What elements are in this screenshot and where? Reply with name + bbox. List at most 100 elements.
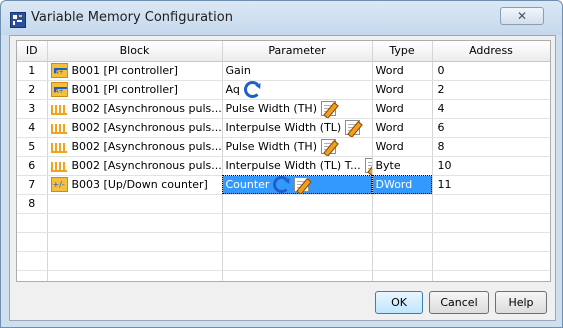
- block-name: B002 [Asynchronous puls...: [71, 159, 222, 172]
- type-cell[interactable]: Word: [372, 137, 433, 157]
- block-name: B002 [Asynchronous puls...: [71, 140, 222, 153]
- edit-icon[interactable]: [345, 120, 361, 135]
- parameter-cell[interactable]: Aq: [222, 80, 373, 100]
- block-cell[interactable]: B003 [Up/Down counter]: [47, 175, 223, 195]
- parameter-name: Counter: [225, 178, 270, 191]
- address-cell[interactable]: 11: [432, 175, 550, 195]
- variable-memory-dialog: Variable Memory Configuration ✕ ID Block…: [0, 0, 563, 328]
- edit-icon[interactable]: [321, 139, 336, 154]
- block-cell[interactable]: B002 [Asynchronous puls...: [47, 118, 223, 138]
- row-id: 8: [17, 194, 48, 214]
- close-button[interactable]: ✕: [500, 7, 544, 25]
- row-id: 2: [17, 80, 48, 100]
- empty-cell: [222, 213, 373, 233]
- parameter-cell[interactable]: Pulse Width (TH): [222, 137, 373, 157]
- block-name: B001 [PI controller]: [71, 64, 178, 77]
- column-header-address[interactable]: Address: [432, 41, 550, 62]
- type-cell[interactable]: DWord: [372, 175, 433, 195]
- column-header-id[interactable]: ID: [17, 41, 48, 62]
- row-id: 7: [17, 175, 48, 195]
- empty-row: [17, 270, 550, 281]
- column-header-type[interactable]: Type: [372, 41, 433, 62]
- close-icon: ✕: [516, 9, 528, 23]
- parameter-cell[interactable]: Counter: [222, 175, 373, 195]
- refresh-icon[interactable]: [243, 81, 261, 98]
- up-down-counter-icon: [50, 177, 68, 192]
- table-row[interactable]: 8: [17, 194, 550, 214]
- empty-row: [17, 232, 550, 252]
- address-cell[interactable]: 8: [432, 137, 550, 157]
- table-row[interactable]: 1 B001 [PI controller] Gain Word0: [17, 61, 550, 81]
- dialog-content: ID Block Parameter Type Address 1 B001 [P…: [9, 35, 556, 321]
- block-cell[interactable]: B002 [Asynchronous puls...: [47, 156, 223, 176]
- address-cell[interactable]: 10: [432, 156, 550, 176]
- refresh-icon[interactable]: [273, 176, 291, 193]
- type-cell[interactable]: Byte: [372, 156, 433, 176]
- empty-row: [17, 213, 550, 233]
- block-cell[interactable]: B001 [PI controller]: [47, 61, 223, 81]
- column-header-parameter[interactable]: Parameter: [222, 41, 373, 62]
- table-header-row: ID Block Parameter Type Address: [17, 41, 550, 62]
- row-id: 5: [17, 137, 48, 157]
- edit-icon[interactable]: [294, 177, 310, 192]
- table-row[interactable]: 4 B002 [Asynchronous puls... Interpulse Wi…: [17, 118, 550, 138]
- empty-cell: [47, 213, 223, 233]
- empty-cell: [17, 251, 48, 271]
- table-row[interactable]: 7 B003 [Up/Down counter] Counter DWord11: [17, 175, 550, 195]
- column-header-block[interactable]: Block: [47, 41, 223, 62]
- type-cell[interactable]: Word: [372, 80, 433, 100]
- pi-controller-icon: [50, 63, 68, 78]
- address-cell[interactable]: 0: [432, 61, 550, 81]
- type-cell[interactable]: [372, 194, 433, 214]
- empty-cell: [372, 270, 433, 281]
- empty-cell: [222, 232, 373, 252]
- help-button[interactable]: Help: [495, 291, 547, 314]
- dialog-title: Variable Memory Configuration: [31, 10, 233, 25]
- type-cell[interactable]: Word: [372, 61, 433, 81]
- table-row[interactable]: 2B001 [PI controller]AqWord2: [17, 80, 550, 100]
- parameter-cell[interactable]: Interpulse Width (TL) T...: [222, 156, 373, 176]
- table-row[interactable]: 5 B002 [Asynchronous puls... Pulse Width (…: [17, 137, 550, 157]
- empty-cell: [222, 251, 373, 271]
- empty-cell: [47, 251, 223, 271]
- block-name: B001 [PI controller]: [71, 83, 178, 96]
- table-row[interactable]: 3 B002 [Asynchronous puls... Pulse Width (…: [17, 99, 550, 119]
- parameter-cell[interactable]: Pulse Width (TH): [222, 99, 373, 119]
- address-cell[interactable]: [432, 194, 550, 214]
- empty-cell: [432, 251, 550, 271]
- parameter-cell[interactable]: Interpulse Width (TL): [222, 118, 373, 138]
- parameter-name: Pulse Width (TH): [225, 140, 318, 153]
- row-id: 1: [17, 61, 48, 81]
- empty-row: [17, 251, 550, 271]
- pulse-icon: [50, 101, 68, 116]
- parameter-name: Interpulse Width (TL): [225, 121, 342, 134]
- block-name: B002 [Asynchronous puls...: [71, 102, 222, 115]
- type-cell[interactable]: Word: [372, 99, 433, 119]
- pulse-icon: [50, 139, 68, 154]
- pi-controller-icon: [50, 82, 68, 97]
- empty-cell: [17, 232, 48, 252]
- parameter-cell[interactable]: [222, 194, 373, 214]
- pulse-icon: [50, 158, 68, 173]
- address-cell[interactable]: 4: [432, 99, 550, 119]
- parameter-cell[interactable]: Gain: [222, 61, 373, 81]
- edit-icon[interactable]: [364, 158, 371, 173]
- address-cell[interactable]: 6: [432, 118, 550, 138]
- parameter-name: Pulse Width (TH): [225, 102, 318, 115]
- pulse-icon: [50, 120, 68, 135]
- address-cell[interactable]: 2: [432, 80, 550, 100]
- ok-button[interactable]: OK: [375, 291, 423, 314]
- cancel-button[interactable]: Cancel: [429, 291, 489, 314]
- table-row[interactable]: 6 B002 [Asynchronous puls... Interpulse Wi…: [17, 156, 550, 176]
- block-cell[interactable]: [47, 194, 223, 214]
- block-cell[interactable]: B002 [Asynchronous puls...: [47, 99, 223, 119]
- row-id: 6: [17, 156, 48, 176]
- type-cell[interactable]: Word: [372, 118, 433, 138]
- row-id: 4: [17, 118, 48, 138]
- empty-cell: [17, 213, 48, 233]
- edit-icon[interactable]: [321, 101, 336, 116]
- block-cell[interactable]: B001 [PI controller]: [47, 80, 223, 100]
- block-name: B002 [Asynchronous puls...: [71, 121, 222, 134]
- block-cell[interactable]: B002 [Asynchronous puls...: [47, 137, 223, 157]
- empty-cell: [432, 232, 550, 252]
